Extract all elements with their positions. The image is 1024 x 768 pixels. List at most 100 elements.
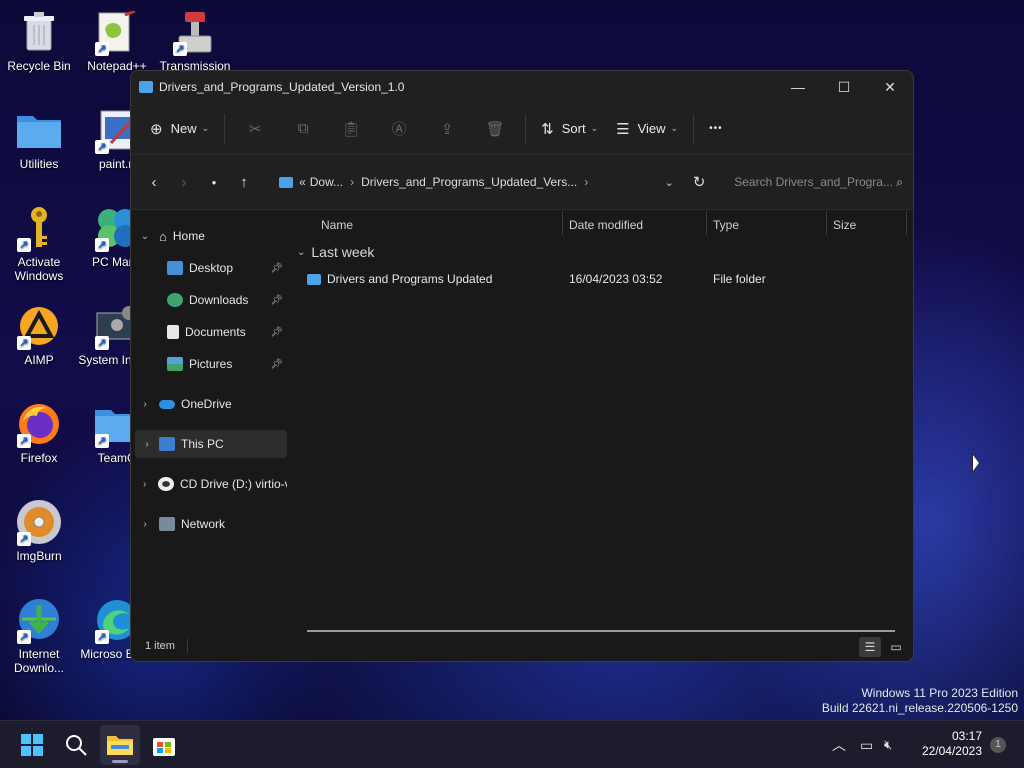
plus-circle-icon: ⊕ xyxy=(150,120,163,138)
idm-icon: ↗ xyxy=(15,596,63,644)
column-divider[interactable] xyxy=(562,211,563,235)
taskbar-file-explorer[interactable] xyxy=(100,725,140,765)
table-row[interactable]: Drivers and Programs Updated 16/04/2023 … xyxy=(307,267,907,291)
column-header-name[interactable]: Name xyxy=(321,211,353,239)
delete-icon[interactable]: 🗑︎ xyxy=(471,112,519,146)
address-row: ‹ › ● ↑ « Dow... › Drivers_and_Programs_… xyxy=(131,155,913,210)
windows-edition-watermark: Windows 11 Pro 2023 Edition Build 22621.… xyxy=(822,686,1018,716)
start-button[interactable] xyxy=(12,725,52,765)
desktop-icon-label: Utilities xyxy=(19,157,59,171)
column-header-size[interactable]: Size xyxy=(833,211,856,239)
group-label: Last week xyxy=(311,244,375,260)
cut-icon[interactable]: ✂ xyxy=(231,112,279,146)
nav-item-onedrive[interactable]: › OneDrive xyxy=(131,390,287,418)
taskbar-microsoft-store[interactable] xyxy=(144,725,184,765)
address-bar[interactable]: « Dow... › Drivers_and_Programs_Updated_… xyxy=(271,166,654,198)
chevron-right-icon[interactable]: › xyxy=(131,399,159,410)
nav-item-label: Downloads xyxy=(189,293,249,307)
desktop-icon-utilities[interactable]: Utilities xyxy=(0,106,79,171)
search-input[interactable]: Search Drivers_and_Progra... ⌕ xyxy=(724,166,913,198)
chevron-down-icon: ⌄ xyxy=(590,123,599,133)
column-divider[interactable] xyxy=(906,211,907,235)
tiles-view-icon[interactable]: ▭ xyxy=(885,637,907,657)
chevron-down-icon: ⌄ xyxy=(201,123,210,133)
nav-item-pictures[interactable]: Pictures 📌︎ xyxy=(131,350,287,378)
chevron-down-icon[interactable]: ⌄ xyxy=(131,231,159,242)
desktop-icon-transmission[interactable]: ↗ Transmission xyxy=(155,8,235,73)
up-button[interactable]: ↑ xyxy=(229,166,259,198)
shortcut-arrow-icon: ↗ xyxy=(173,42,187,56)
nav-item-documents[interactable]: Documents 📌︎ xyxy=(131,318,287,346)
column-header-type[interactable]: Type xyxy=(713,211,739,239)
desktop-icon-activate-windows[interactable]: ↗ Activate Windows xyxy=(0,204,79,283)
nav-item-cd-drive[interactable]: › CD Drive (D:) virtio-v xyxy=(131,470,287,498)
tray-overflow-button[interactable]: ︿ xyxy=(832,721,846,768)
new-button[interactable]: ⊕ New ⌄ xyxy=(141,112,218,146)
volume-button[interactable]: 🔇︎ xyxy=(884,721,892,768)
minimize-button[interactable]: — xyxy=(775,71,821,103)
column-divider[interactable] xyxy=(706,211,707,235)
sort-button[interactable]: ⇅ Sort ⌄ xyxy=(532,112,607,146)
shortcut-arrow-icon: ↗ xyxy=(95,140,109,154)
desktop-icon-internet-download-manager[interactable]: ↗ Internet Downlo... xyxy=(0,596,79,675)
paste-icon[interactable]: 📋︎ xyxy=(327,112,375,146)
active-indicator xyxy=(112,760,128,763)
view-button[interactable]: ☰ View ⌄ xyxy=(607,112,687,146)
address-dropdown-icon[interactable]: ⌄ xyxy=(654,176,684,189)
watermark-edition: Windows 11 Pro 2023 Edition xyxy=(861,686,1018,700)
copy-icon[interactable]: ⧉ xyxy=(279,112,327,146)
clock[interactable]: 03:17 22/04/2023 xyxy=(922,729,982,759)
notification-badge[interactable]: 1 xyxy=(990,737,1006,753)
search-button[interactable] xyxy=(56,725,96,765)
close-button[interactable]: ✕ xyxy=(867,71,913,103)
chevron-up-icon: ︿ xyxy=(832,737,846,753)
network-status-button[interactable]: ▭ xyxy=(860,721,873,768)
nav-item-label: CD Drive (D:) virtio-v xyxy=(180,477,287,491)
breadcrumb-segment[interactable]: Drivers_and_Programs_Updated_Vers... xyxy=(361,175,577,189)
share-icon[interactable]: ⇪ xyxy=(423,112,471,146)
search-icon xyxy=(66,735,87,756)
chevron-right-icon[interactable]: › xyxy=(131,519,159,530)
recent-locations-button[interactable]: ● xyxy=(199,166,229,198)
desktop-icon-aimp[interactable]: ↗ AIMP xyxy=(0,302,79,367)
column-divider[interactable] xyxy=(826,211,827,235)
breadcrumb-segment[interactable]: Dow... xyxy=(310,175,343,189)
rename-icon[interactable]: Ⓐ xyxy=(375,112,423,146)
status-divider xyxy=(186,639,188,653)
back-button[interactable]: ‹ xyxy=(139,166,169,198)
desktop-icon-firefox[interactable]: ↗ Firefox xyxy=(0,400,79,465)
transmission-icon: ↗ xyxy=(171,8,219,56)
desktop-icon-imgburn[interactable]: ↗ ImgBurn xyxy=(0,498,79,563)
group-header[interactable]: ⌄ Last week xyxy=(297,241,374,263)
toolbar-divider xyxy=(224,113,226,144)
aimp-icon: ↗ xyxy=(15,302,63,350)
desktop-icon-label: Internet Downlo... xyxy=(13,647,65,675)
nav-item-label: Network xyxy=(181,517,226,531)
folder-icon xyxy=(139,81,153,93)
file-date-modified: 16/04/2023 03:52 xyxy=(569,272,663,286)
nav-item-label: Pictures xyxy=(189,357,233,371)
breadcrumb-overflow[interactable]: « xyxy=(299,175,306,189)
nav-item-desktop[interactable]: Desktop 📌︎ xyxy=(131,254,287,282)
nav-item-network[interactable]: › Network xyxy=(131,510,287,538)
status-bar: 1 item xyxy=(131,631,913,661)
refresh-icon[interactable]: ↻ xyxy=(684,173,714,191)
details-view-icon[interactable]: ☰ xyxy=(859,637,881,657)
desktop-icon-notepadpp[interactable]: ↗ Notepad++ xyxy=(77,8,157,73)
chevron-right-icon[interactable]: › xyxy=(131,479,158,490)
shortcut-arrow-icon: ↗ xyxy=(17,336,31,350)
shortcut-arrow-icon: ↗ xyxy=(17,238,31,252)
nav-item-home[interactable]: ⌄ ⌂ Home xyxy=(131,222,287,250)
chevron-right-icon[interactable]: › xyxy=(135,439,159,450)
more-options-button[interactable]: ••• xyxy=(700,112,732,146)
desktop-icon xyxy=(167,261,183,275)
nav-item-this-pc[interactable]: › This PC xyxy=(135,430,287,458)
maximize-button[interactable]: ☐ xyxy=(821,71,867,103)
sort-label: Sort xyxy=(561,121,586,136)
desktop-icon-recycle-bin[interactable]: Recycle Bin xyxy=(0,8,79,73)
new-label: New xyxy=(170,121,197,136)
nav-item-downloads[interactable]: Downloads 📌︎ xyxy=(131,286,287,314)
forward-button[interactable]: › xyxy=(169,166,199,198)
title-bar[interactable]: Drivers_and_Programs_Updated_Version_1.0… xyxy=(131,71,913,103)
column-header-date-modified[interactable]: Date modified xyxy=(569,211,643,239)
